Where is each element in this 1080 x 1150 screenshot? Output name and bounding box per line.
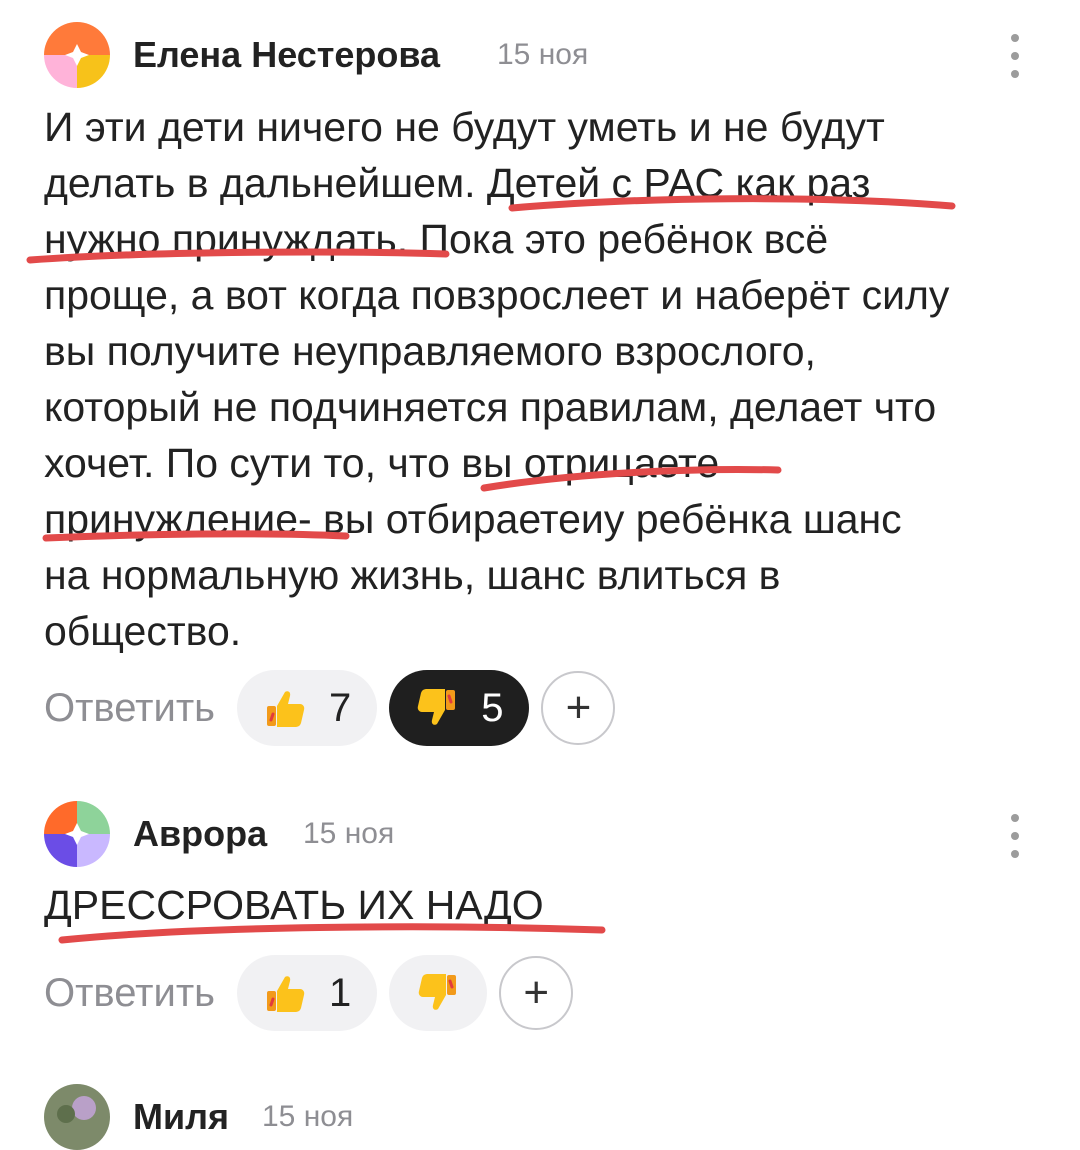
comment-line: И эти дети ничего не будут уметь и не бу… bbox=[44, 104, 885, 150]
comment-line: общество. bbox=[44, 608, 242, 654]
comment-text: ДРЕССРОВАТЬ ИХ НАДО bbox=[44, 877, 1044, 933]
comment-line: делать в дальнейшем. Детей с РАС как раз bbox=[44, 160, 871, 206]
thumbs-up-icon bbox=[266, 976, 305, 1012]
comment-actions: Ответить 1 + bbox=[44, 954, 574, 1032]
comment-date: 15 ноя bbox=[303, 817, 395, 850]
add-reaction-button[interactable]: + bbox=[499, 956, 574, 1030]
comment-line: который не подчиняется правилам, делает … bbox=[44, 384, 937, 430]
thumbs-down-icon bbox=[418, 974, 457, 1010]
more-vertical-icon[interactable] bbox=[1003, 814, 1027, 858]
comment-line: хочет. По сути то, что вы отрицаете bbox=[44, 440, 720, 486]
comment-text: И эти дети ничего не будут уметь и не бу… bbox=[44, 99, 1044, 659]
avatar[interactable] bbox=[44, 1084, 110, 1150]
author-name[interactable]: Миля bbox=[133, 1096, 229, 1138]
avatar[interactable] bbox=[44, 801, 110, 867]
comment-line: вы получите неуправляемого взрослого, bbox=[44, 328, 816, 374]
dislike-button[interactable] bbox=[389, 955, 488, 1031]
thumbs-down-icon bbox=[417, 689, 456, 725]
like-button[interactable]: 1 bbox=[236, 955, 378, 1031]
thumbs-up-icon bbox=[266, 691, 305, 727]
comment-line: на нормальную жизнь, шанс влиться в bbox=[44, 552, 781, 598]
reply-button[interactable]: Ответить bbox=[44, 971, 215, 1016]
plus-icon: + bbox=[565, 683, 592, 732]
plus-icon: + bbox=[523, 968, 550, 1017]
comment-line: принужление- вы отбираетеиу ребёнка шанс bbox=[44, 496, 902, 542]
add-reaction-button[interactable]: + bbox=[541, 671, 616, 745]
reply-button[interactable]: Ответить bbox=[44, 686, 215, 731]
comment-date: 15 ноя bbox=[262, 1100, 354, 1133]
comment-line: ДРЕССРОВАТЬ ИХ НАДО bbox=[44, 882, 544, 928]
dislike-button[interactable]: 5 bbox=[389, 670, 530, 746]
author-name[interactable]: Елена Нестерова bbox=[133, 34, 440, 76]
comment-date: 15 ноя bbox=[497, 38, 589, 71]
author-name[interactable]: Аврора bbox=[133, 813, 267, 855]
like-count: 1 bbox=[328, 970, 352, 1015]
like-count: 7 bbox=[328, 685, 352, 730]
more-vertical-icon[interactable] bbox=[1003, 34, 1027, 78]
like-button[interactable]: 7 bbox=[236, 670, 378, 746]
comment-actions: Ответить 7 5 + bbox=[44, 669, 616, 747]
comment-line: нужно принуждать. Пока это ребёнок всё bbox=[44, 216, 829, 262]
comment-line: проще, а вот когда повзрослеет и наберёт… bbox=[44, 272, 950, 318]
dislike-count: 5 bbox=[481, 685, 504, 730]
avatar[interactable] bbox=[44, 22, 110, 88]
